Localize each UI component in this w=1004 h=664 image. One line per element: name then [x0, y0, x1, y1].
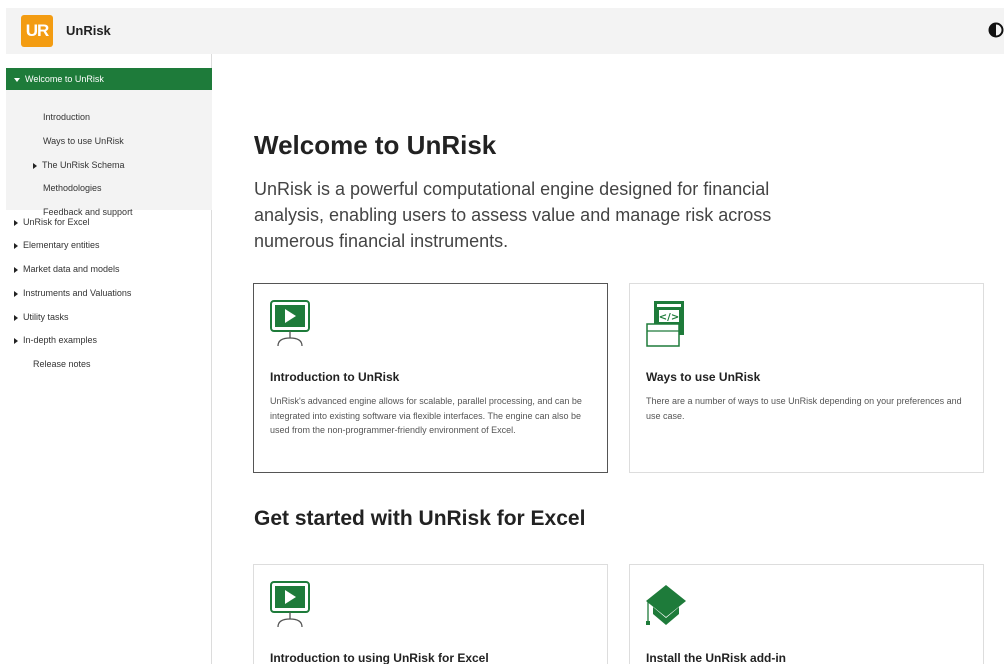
- presentation-play-icon: [270, 300, 310, 347]
- sidebar-item-label: The UnRisk Schema: [42, 160, 125, 170]
- sidebar-item-label: Utility tasks: [23, 312, 69, 322]
- sidebar-item-label: In-depth examples: [23, 335, 98, 345]
- chevron-down-icon: [14, 77, 20, 82]
- svg-text:</>: </>: [659, 312, 679, 323]
- card-install-addin[interactable]: Install the UnRisk add-in: [629, 564, 984, 664]
- theme-toggle-icon[interactable]: [988, 22, 1004, 38]
- card-intro-excel[interactable]: Introduction to using UnRisk for Excel: [253, 564, 608, 664]
- logo[interactable]: UR: [21, 15, 53, 47]
- intro-text: UnRisk is a powerful computational engin…: [254, 179, 772, 251]
- chevron-right-icon: [33, 162, 37, 169]
- card-title: Ways to use UnRisk: [646, 370, 761, 384]
- sidebar-item-label: UnRisk for Excel: [23, 217, 90, 227]
- sidebar-item-examples[interactable]: In-depth examples: [14, 335, 97, 345]
- sidebar-item-excel[interactable]: UnRisk for Excel: [14, 217, 90, 227]
- sidebar-item-label: Elementary entities: [23, 240, 100, 250]
- chevron-right-icon: [14, 290, 18, 297]
- sidebar-item-utility[interactable]: Utility tasks: [14, 312, 69, 322]
- page-title: Welcome to UnRisk: [254, 130, 497, 160]
- sidebar-item-instruments[interactable]: Instruments and Valuations: [14, 288, 131, 298]
- graduation-cap-icon: [646, 585, 686, 625]
- sidebar-item-label: Instruments and Valuations: [23, 288, 132, 298]
- presentation-play-icon: [270, 581, 310, 628]
- top-bar: UR UnRisk: [6, 8, 1004, 54]
- card-ways-to-use[interactable]: </> Ways to use UnRisk There are a numbe…: [629, 283, 984, 473]
- sidebar-group-welcome: Welcome to UnRisk Introduction Ways to u…: [6, 68, 212, 217]
- chevron-right-icon: [14, 266, 18, 273]
- sidebar-item-market-data[interactable]: Market data and models: [14, 264, 120, 274]
- chevron-right-icon: [14, 337, 18, 344]
- chevron-right-icon: [14, 219, 18, 226]
- main-content: Welcome to UnRisk UnRisk is a powerful c…: [212, 54, 1004, 664]
- sidebar-item-label: Welcome to UnRisk: [25, 74, 104, 84]
- card-description: UnRisk's advanced engine allows for scal…: [270, 396, 582, 435]
- card-title: Install the UnRisk add-in: [646, 651, 787, 664]
- sidebar-item-release-notes[interactable]: Release notes: [33, 359, 91, 369]
- sidebar-item-elementary[interactable]: Elementary entities: [14, 240, 100, 250]
- sidebar-item-welcome[interactable]: Welcome to UnRisk: [6, 68, 212, 90]
- card-title: Introduction to UnRisk: [270, 370, 400, 384]
- sidebar-item-ways-to-use[interactable]: Ways to use UnRisk: [43, 136, 124, 146]
- chevron-right-icon: [14, 242, 18, 249]
- chevron-right-icon: [14, 314, 18, 321]
- sidebar-item-label: Market data and models: [23, 264, 120, 274]
- card-introduction[interactable]: Introduction to UnRisk UnRisk's advanced…: [253, 283, 608, 473]
- code-window-icon: </>: [646, 301, 684, 347]
- sidebar-item-schema[interactable]: The UnRisk Schema: [33, 160, 125, 170]
- card-title: Introduction to using UnRisk for Excel: [270, 651, 489, 664]
- brand-name[interactable]: UnRisk: [66, 23, 111, 38]
- sidebar-item-introduction[interactable]: Introduction: [43, 112, 90, 122]
- sidebar-item-feedback[interactable]: Feedback and support: [43, 207, 133, 217]
- sidebar: Welcome to UnRisk Introduction Ways to u…: [6, 54, 212, 664]
- section-title-get-started: Get started with UnRisk for Excel: [254, 507, 586, 530]
- sidebar-item-methodologies[interactable]: Methodologies: [43, 183, 102, 193]
- card-description: There are a number of ways to use UnRisk…: [646, 396, 962, 421]
